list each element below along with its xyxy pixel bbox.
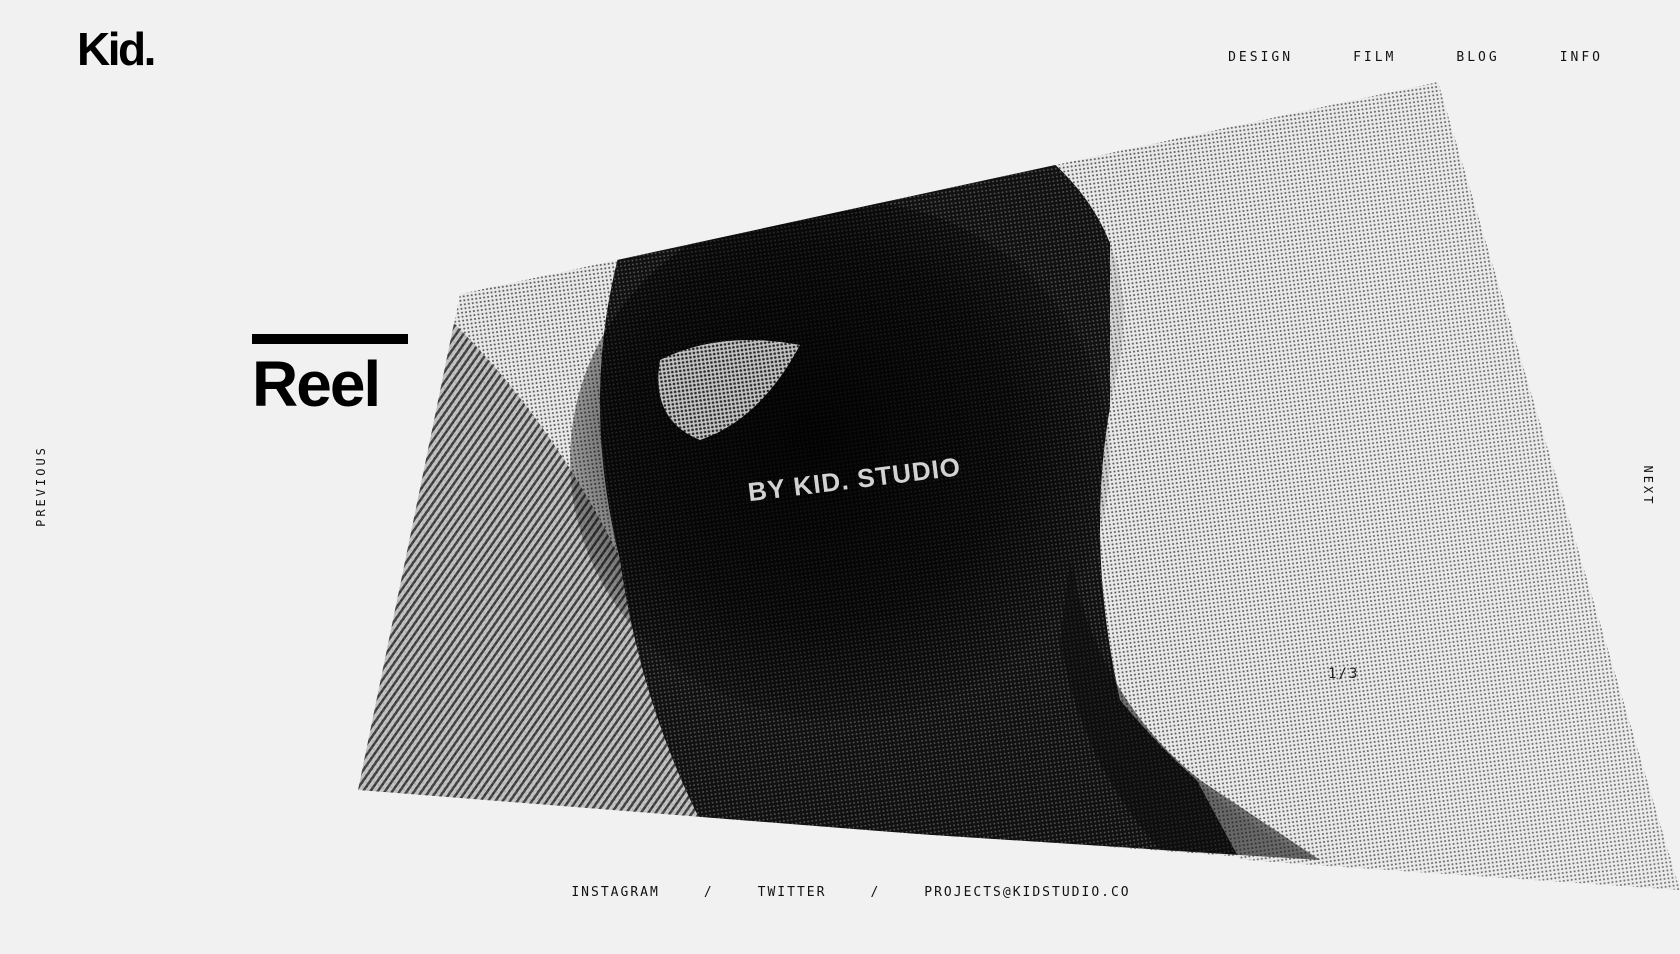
footer-separator: / xyxy=(870,885,881,900)
footer-separator: / xyxy=(703,885,714,900)
email-link[interactable]: PROJECTS@KIDSTUDIO.CO xyxy=(924,885,1130,900)
project-title-block: Reel xyxy=(252,334,408,416)
photo-quad: BY KID. STUDIO xyxy=(358,82,1680,890)
project-title[interactable]: Reel xyxy=(252,352,408,416)
hero-stage: BY KID. STUDIO xyxy=(0,0,1680,954)
halftone-portrait-image[interactable]: BY KID. STUDIO xyxy=(0,0,1680,954)
twitter-link[interactable]: TWITTER xyxy=(758,885,827,900)
title-rule xyxy=(252,334,408,344)
next-button[interactable]: NEXT xyxy=(1641,466,1655,507)
footer-links: INSTAGRAM / TWITTER / PROJECTS@KIDSTUDIO… xyxy=(0,885,1680,900)
previous-button[interactable]: PREVIOUS xyxy=(34,445,48,527)
slide-counter: 1/3 xyxy=(1328,666,1360,682)
instagram-link[interactable]: INSTAGRAM xyxy=(571,885,659,900)
